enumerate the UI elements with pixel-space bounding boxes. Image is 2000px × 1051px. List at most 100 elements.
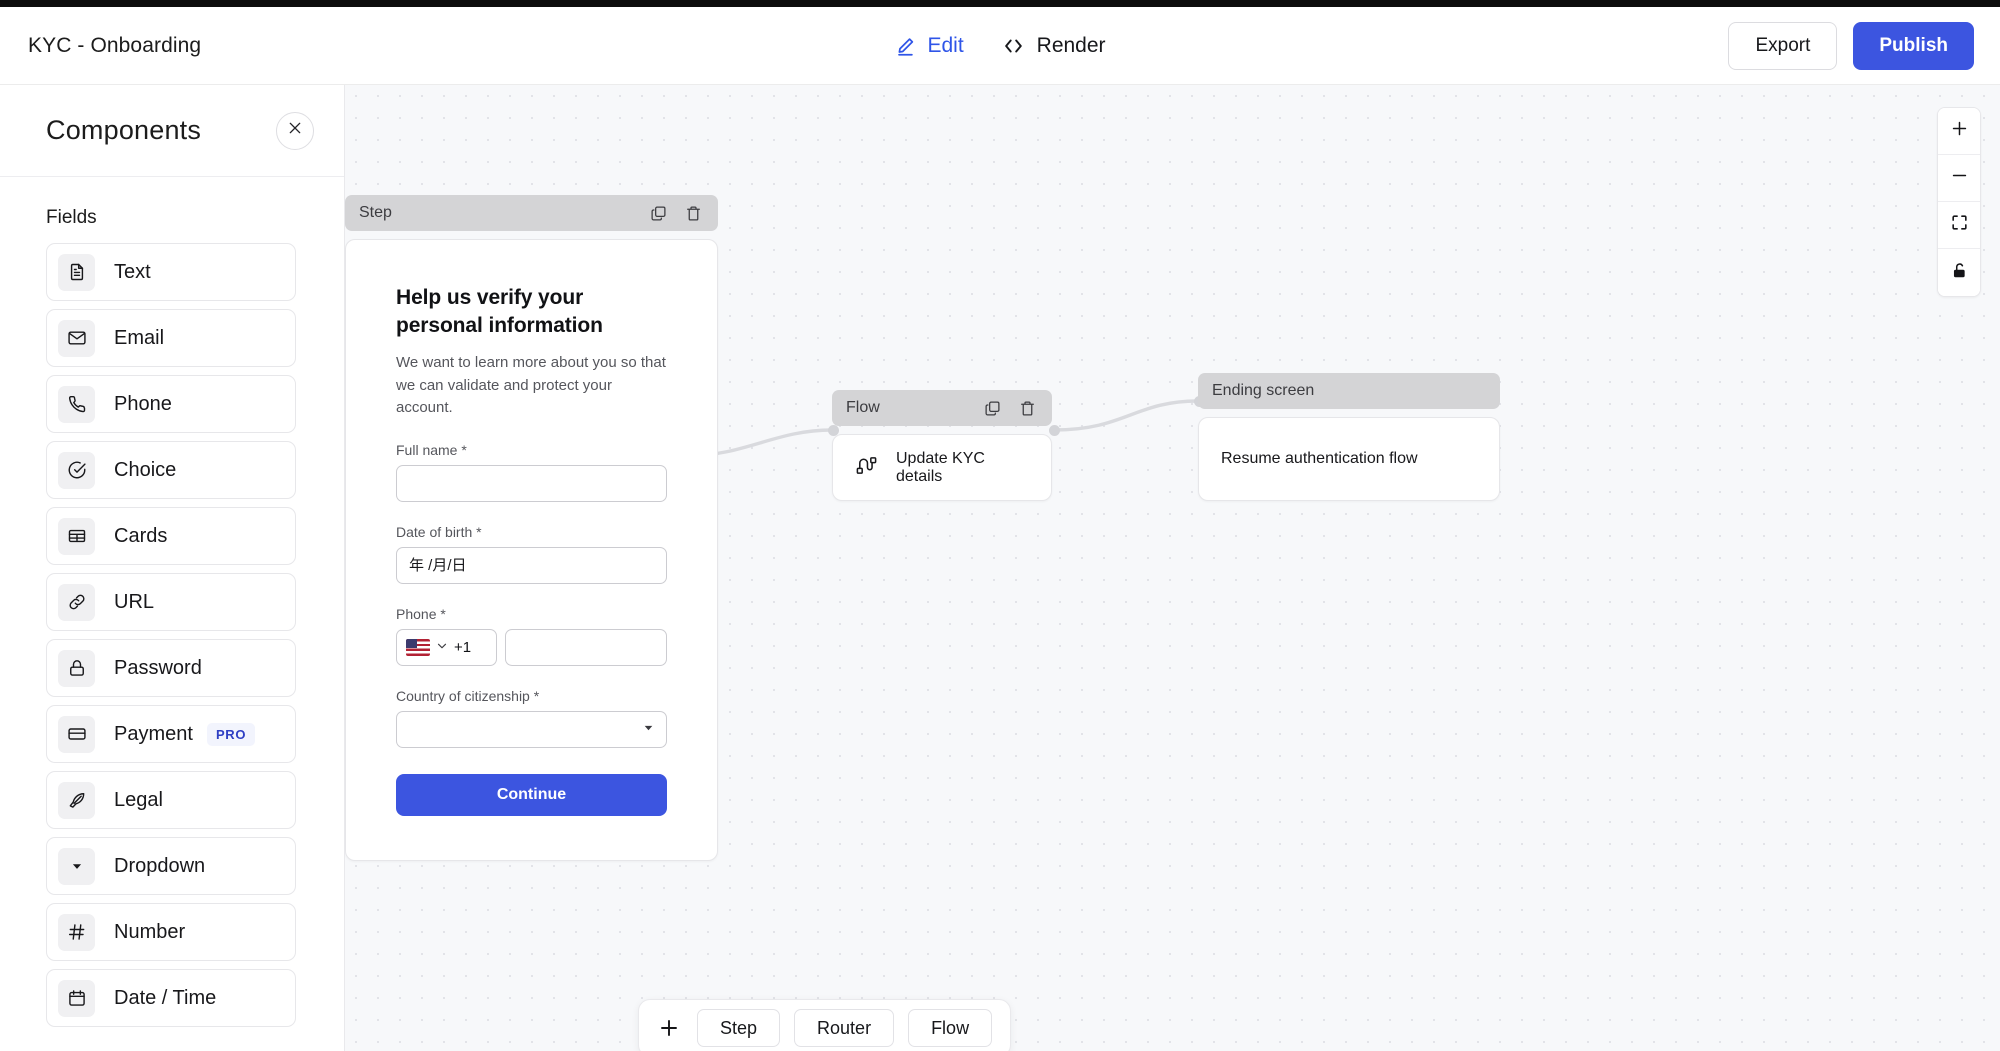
field-label: Country of citizenship * [396,688,540,705]
sidebar-item-label: Phone [114,392,172,415]
zoom-out-button[interactable] [1938,155,1980,202]
step-node-title: Step [359,204,392,221]
sidebar-item-payment[interactable]: Payment PRO [46,705,296,763]
sidebar-item-dropdown[interactable]: Dropdown [46,837,296,895]
sidebar-header: Components [0,85,344,177]
form-field-full-name: Full name * [396,442,667,503]
ending-node-title: Ending screen [1212,382,1315,399]
sidebar-item-date-time[interactable]: Date / Time [46,969,296,1027]
ending-node-header[interactable]: Ending screen [1198,373,1500,409]
link-icon [58,583,95,621]
sidebar-item-label: Legal [114,788,163,811]
continue-button[interactable]: Continue [396,774,667,817]
table-icon [58,517,95,555]
add-flow-button[interactable]: Flow [908,1009,993,1047]
tab-edit-label: Edit [927,33,964,57]
trash-icon[interactable] [1019,400,1036,417]
add-node-toolbar: Step Router Flow [638,999,1012,1051]
sidebar-item-number[interactable]: Number [46,903,296,961]
lock-icon [58,649,95,687]
sidebar-item-label: Cards [114,524,168,547]
phone-row: +1 [396,629,667,667]
sidebar-item-label: Dropdown [114,854,206,877]
sidebar-item-url[interactable]: URL [46,573,296,631]
country-of-citizenship-select[interactable] [396,711,667,749]
copy-icon[interactable] [984,400,1001,417]
minus-icon [1950,166,1969,190]
sidebar-item-phone[interactable]: Phone [46,375,296,433]
field-component-list: Text Email Phone Choice Cards URL Passwo… [0,243,344,1027]
form-field-country-of-citizenship: Country of citizenship * [396,688,667,749]
workflow-icon [855,454,878,482]
copy-icon[interactable] [650,205,667,222]
flow-node-body: Update KYC details [832,434,1052,501]
check-circle-icon [58,451,95,489]
app-root: KYC - Onboarding Edit Render Export Publ… [0,0,2000,1051]
envelope-icon [58,319,95,357]
full-name-input[interactable] [396,465,667,503]
sidebar-item-email[interactable]: Email [46,309,296,367]
publish-button[interactable]: Publish [1853,21,1974,70]
country-code-select[interactable]: +1 [396,629,497,667]
mode-tabs: Edit Render [894,33,1106,58]
zoom-in-button[interactable] [1938,108,1980,155]
sidebar-item-text[interactable]: Text [46,243,296,301]
sidebar-item-choice[interactable]: Choice [46,441,296,499]
flow-node-title: Flow [846,399,880,416]
sidebar-item-legal[interactable]: Legal [46,771,296,829]
sidebar-item-cards[interactable]: Cards [46,507,296,565]
feather-icon [58,781,95,819]
step-node-form-preview: Help us verify your personal information… [345,239,718,862]
canvas-zoom-controls [1937,107,1981,297]
field-label: Full name * [396,442,467,459]
sidebar-item-password[interactable]: Password [46,639,296,697]
unlock-icon [1950,261,1969,285]
flow-node-header[interactable]: Flow [832,390,1052,426]
add-step-button[interactable]: Step [697,1009,781,1047]
flow-canvas[interactable]: Step Help us verify your personal inform… [345,85,2000,1051]
sidebar-item-label: URL [114,590,155,613]
sidebar-item-label: Payment [114,722,193,745]
pencil-icon [894,35,916,57]
code-brackets-icon [1002,35,1026,57]
ending-node-item-label: Resume authentication flow [1221,450,1418,467]
country-code-value: +1 [454,639,472,657]
fit-view-button[interactable] [1938,202,1980,249]
step-node-header[interactable]: Step [345,195,718,231]
header-actions: Export Publish [1728,21,1974,70]
tab-edit[interactable]: Edit [894,33,964,58]
flow-node[interactable]: Flow Update KYC details [832,390,1052,501]
date-of-birth-input[interactable] [396,547,667,585]
page-title: KYC - Onboarding [28,33,202,57]
lock-canvas-button[interactable] [1938,249,1980,296]
tab-render[interactable]: Render [1002,34,1106,58]
hash-icon [58,913,95,951]
chevron-down-icon [436,639,448,657]
flow-node-item[interactable]: Update KYC details [855,450,1029,486]
plus-icon [657,1016,683,1040]
form-field-date-of-birth: Date of birth * [396,524,667,585]
sidebar-item-label: Number [114,920,186,943]
window-top-strip [0,0,2000,7]
ending-node-body: Resume authentication flow [1198,417,1500,501]
field-label: Date of birth * [396,524,482,541]
step-node[interactable]: Step Help us verify your personal inform… [345,195,718,862]
sidebar-section-fields-label: Fields [46,207,97,228]
close-sidebar-button[interactable] [276,111,314,150]
sidebar-title: Components [46,115,202,145]
close-icon [287,120,303,141]
country-select-wrapper [396,711,667,749]
flow-node-item-label: Update KYC details [896,449,985,485]
trash-icon[interactable] [685,205,702,222]
ending-screen-node[interactable]: Ending screen Resume authentication flow [1198,373,1500,501]
sidebar-item-label: Text [114,260,151,283]
export-button[interactable]: Export [1728,21,1838,70]
calendar-icon [58,979,95,1017]
add-router-button[interactable]: Router [794,1009,895,1047]
step-node-actions [650,205,702,222]
components-sidebar: Components Fields Text Email Phone Choic… [0,85,345,1051]
triangle-down-icon [58,847,95,885]
plus-icon [1950,119,1969,143]
phone-number-input[interactable] [505,629,667,667]
sidebar-item-label: Password [114,656,202,679]
